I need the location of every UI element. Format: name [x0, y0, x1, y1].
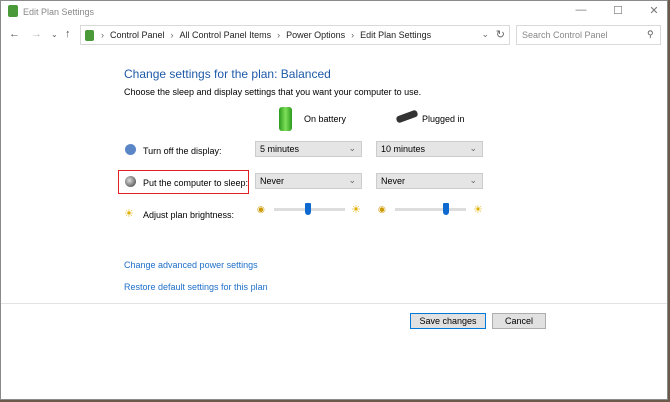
- breadcrumb-control-panel[interactable]: Control Panel: [110, 30, 165, 40]
- close-button[interactable]: ✕: [644, 4, 664, 17]
- plug-icon: [395, 109, 419, 124]
- forward-button[interactable]: →: [31, 28, 42, 40]
- selected-value: 10 minutes: [381, 144, 426, 154]
- minimize-button[interactable]: —: [571, 4, 591, 16]
- breadcrumb-power-options[interactable]: Power Options: [286, 30, 345, 40]
- divider: [1, 303, 667, 304]
- dim-brightness-icon: ◉: [378, 204, 386, 214]
- sleep-plugged-select[interactable]: Never ⌄: [376, 173, 483, 189]
- chevron-down-icon: ⌄: [469, 175, 477, 185]
- control-panel-icon: [85, 30, 94, 41]
- sleep-label: Put the computer to sleep:: [143, 178, 249, 188]
- chevron-down-icon: ⌄: [469, 143, 477, 153]
- edit-plan-settings-window: Edit Plan Settings — ☐ ✕ ← → ⌄ ↑ › Contr…: [0, 0, 668, 400]
- chevron-down-icon: ⌄: [348, 143, 356, 153]
- battery-icon: [279, 107, 292, 131]
- up-button[interactable]: ↑: [65, 28, 71, 40]
- bright-brightness-icon: ☀: [351, 204, 361, 216]
- column-plugged-in: Plugged in: [422, 114, 465, 124]
- bright-brightness-icon: ☀: [473, 204, 483, 216]
- power-options-icon: [8, 5, 18, 17]
- display-battery-select[interactable]: 5 minutes ⌄: [255, 141, 362, 157]
- recent-locations-button[interactable]: ⌄: [51, 30, 58, 39]
- display-icon: [125, 144, 136, 155]
- refresh-icon[interactable]: ↻: [496, 28, 505, 41]
- brightness-plugged-slider[interactable]: [395, 203, 466, 215]
- save-changes-button[interactable]: Save changes: [410, 313, 486, 329]
- maximize-button[interactable]: ☐: [608, 4, 628, 17]
- slider-thumb[interactable]: [305, 203, 312, 215]
- breadcrumb-separator: ›: [351, 30, 355, 40]
- brightness-label: Adjust plan brightness:: [143, 210, 235, 220]
- restore-defaults-link[interactable]: Restore default settings for this plan: [124, 282, 268, 292]
- selected-value: Never: [381, 176, 406, 186]
- address-bar[interactable]: › Control Panel › All Control Panel Item…: [80, 25, 510, 45]
- breadcrumb-separator: ›: [101, 30, 104, 40]
- breadcrumb-separator: ›: [170, 30, 174, 40]
- selected-value: Never: [260, 176, 285, 186]
- dim-brightness-icon: ◉: [257, 204, 265, 214]
- page-subtitle: Choose the sleep and display settings th…: [124, 87, 422, 97]
- slider-thumb[interactable]: [443, 203, 450, 215]
- brightness-icon: ☀: [124, 208, 134, 220]
- advanced-settings-link[interactable]: Change advanced power settings: [124, 260, 258, 270]
- breadcrumb-all-items[interactable]: All Control Panel Items: [180, 30, 272, 40]
- column-on-battery: On battery: [304, 114, 347, 124]
- search-input[interactable]: Search Control Panel: [516, 25, 661, 45]
- window-title: Edit Plan Settings: [23, 7, 95, 17]
- search-icon: ⚲: [647, 29, 654, 39]
- breadcrumb-edit-plan[interactable]: Edit Plan Settings: [360, 30, 431, 40]
- sleep-battery-select[interactable]: Never ⌄: [255, 173, 362, 189]
- display-label: Turn off the display:: [143, 146, 222, 156]
- selected-value: 5 minutes: [260, 144, 300, 154]
- display-plugged-select[interactable]: 10 minutes ⌄: [376, 141, 483, 157]
- address-dropdown-icon[interactable]: ⌄: [481, 29, 489, 40]
- back-button[interactable]: ←: [9, 28, 20, 40]
- breadcrumb-separator: ›: [277, 30, 281, 40]
- brightness-battery-slider[interactable]: [274, 203, 345, 215]
- cancel-button[interactable]: Cancel: [492, 313, 546, 329]
- chevron-down-icon: ⌄: [348, 175, 356, 185]
- sleep-icon: [125, 176, 136, 187]
- page-title: Change settings for the plan: Balanced: [124, 67, 331, 81]
